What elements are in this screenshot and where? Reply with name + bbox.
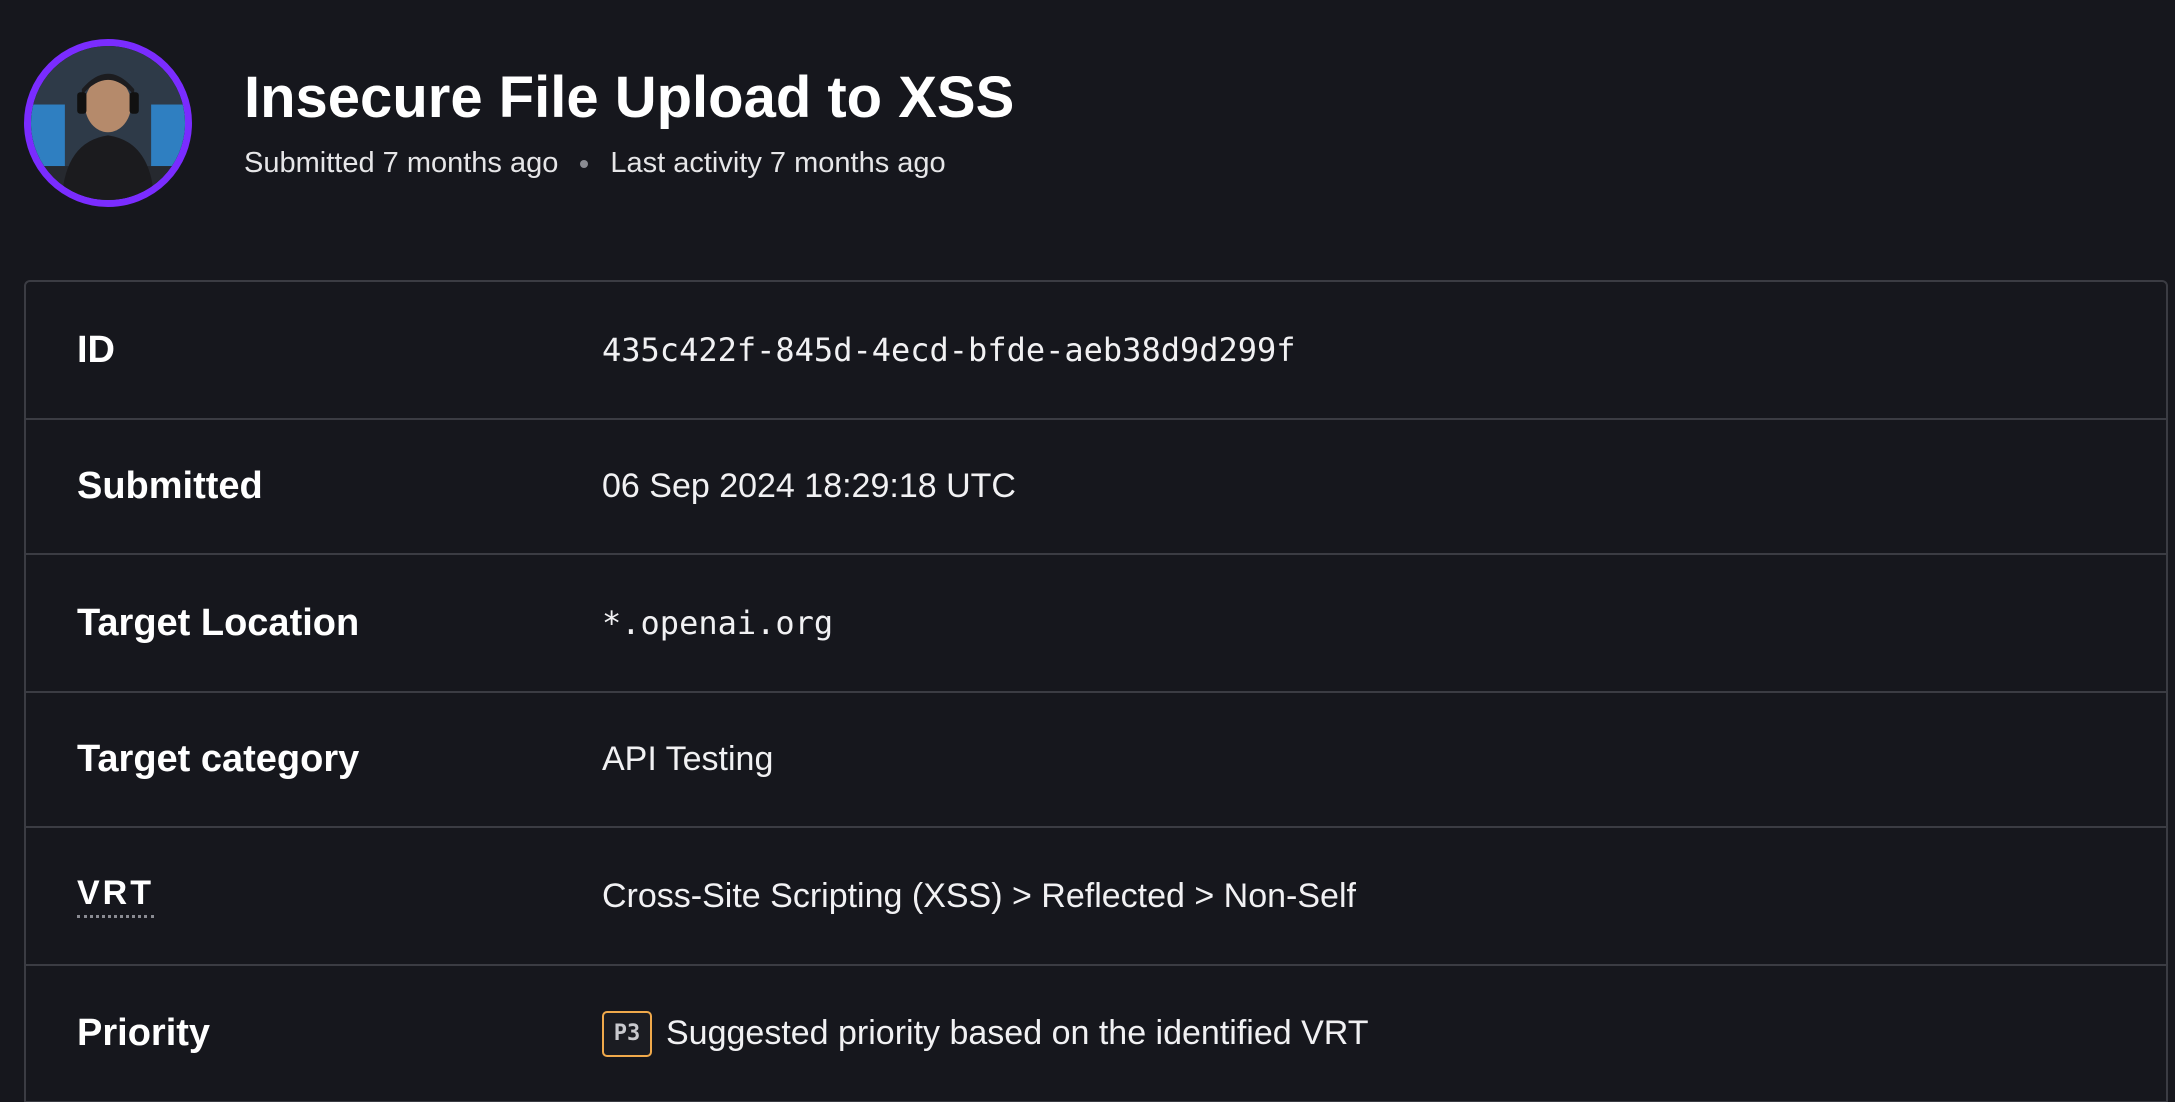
avatar[interactable] (24, 39, 192, 207)
vrt-value: Cross-Site Scripting (XSS) > Reflected >… (602, 876, 1356, 915)
priority-description: Suggested priority based on the identifi… (666, 1014, 1369, 1052)
detail-row-id: ID 435c422f-845d-4ecd-bfde-aeb38d9d299f (26, 282, 2166, 420)
priority-label: Priority (77, 1012, 211, 1054)
detail-row-submitted: Submitted 06 Sep 2024 18:29:18 UTC (26, 420, 2166, 555)
detail-row-target-location: Target Location *.openai.org (26, 555, 2166, 693)
report-header: Insecure File Upload to XSS Submitted 7 … (24, 32, 1014, 214)
detail-row-target-category: Target category API Testing (26, 693, 2166, 828)
submitted-label: Submitted (77, 465, 263, 507)
detail-row-vrt: VRT Cross-Site Scripting (XSS) > Reflect… (26, 828, 2166, 966)
id-label: ID (77, 328, 115, 371)
title-block: Insecure File Upload to XSS Submitted 7 … (244, 64, 1015, 181)
target-location-value: *.openai.org (602, 604, 834, 642)
page-title: Insecure File Upload to XSS (244, 64, 1015, 130)
target-category-label: Target category (77, 738, 360, 780)
details-table: ID 435c422f-845d-4ecd-bfde-aeb38d9d299f … (24, 280, 2168, 1102)
last-activity: Last activity 7 months ago (610, 147, 946, 180)
target-location-label: Target Location (77, 601, 360, 644)
id-value: 435c422f-845d-4ecd-bfde-aeb38d9d299f (602, 331, 1296, 369)
detail-row-priority: Priority P3 Suggested priority based on … (26, 966, 2166, 1102)
submitted-value: 06 Sep 2024 18:29:18 UTC (602, 467, 1016, 505)
target-category-value: API Testing (602, 740, 774, 778)
avatar-photo (31, 46, 185, 200)
priority-badge: P3 (602, 1010, 652, 1057)
report-page: Insecure File Upload to XSS Submitted 7 … (0, 0, 2175, 1102)
submitted-relative: Submitted 7 months ago (244, 147, 559, 180)
separator-dot-icon (580, 159, 589, 168)
report-meta: Submitted 7 months ago Last activity 7 m… (244, 147, 1014, 180)
priority-value: P3 Suggested priority based on the ident… (602, 1010, 1369, 1057)
vrt-label[interactable]: VRT (77, 874, 154, 918)
